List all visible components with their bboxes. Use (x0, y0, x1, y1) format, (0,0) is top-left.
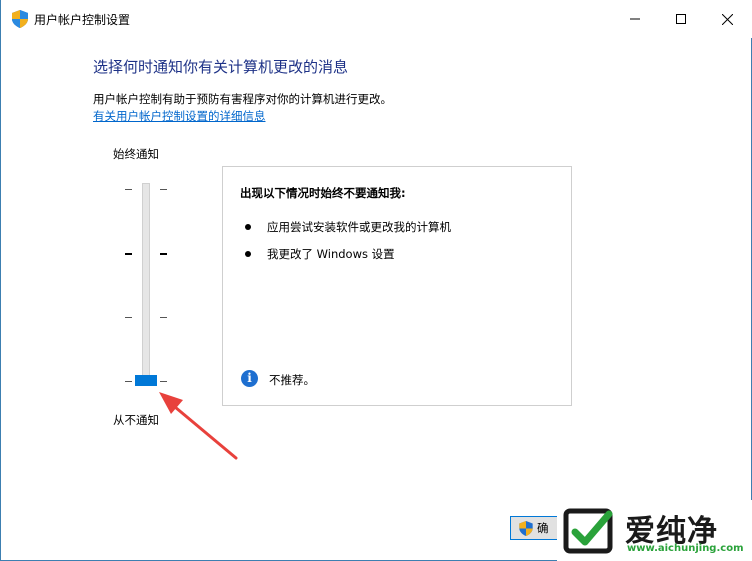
close-icon (721, 13, 733, 25)
panel-bullet: 我更改了 Windows 设置 (267, 247, 395, 261)
slider-top-label: 始终通知 (113, 147, 159, 161)
window-title: 用户帐户控制设置 (34, 13, 131, 27)
close-button[interactable] (704, 0, 750, 38)
slider-tick (160, 317, 167, 318)
level-description-panel: 出现以下情况时始终不要通知我: 应用尝试安装软件或更改我的计算机 我更改了 Wi… (222, 166, 572, 406)
slider-tick (160, 189, 167, 190)
uac-shield-icon (12, 10, 28, 28)
slider-tick (160, 253, 167, 255)
title-bar: 用户帐户控制设置 (1, 0, 752, 38)
uac-shield-icon (519, 520, 533, 536)
help-link[interactable]: 有关用户帐户控制设置的详细信息 (93, 108, 266, 124)
confirm-button-label: 确 (537, 521, 549, 535)
maximize-icon (676, 14, 686, 24)
watermark-url: www.aichunjing.com (627, 543, 744, 554)
minimize-icon (630, 18, 640, 20)
site-watermark: 爱纯净 www.aichunjing.com (557, 500, 752, 561)
slider-tick (125, 381, 132, 382)
maximize-button[interactable] (658, 0, 704, 38)
page-description: 用户帐户控制有助于预防有害程序对你的计算机进行更改。 (93, 92, 392, 106)
panel-bullet: 应用尝试安装软件或更改我的计算机 (267, 220, 451, 234)
bullet-icon (245, 224, 251, 230)
panel-heading: 出现以下情况时始终不要通知我: (240, 186, 406, 200)
slider-tick (125, 189, 132, 190)
uac-settings-window: 用户帐户控制设置 选择何时通知你有关计算机更改的消息 用户帐户控制有助于预防有害… (0, 0, 752, 561)
minimize-button[interactable] (612, 0, 658, 38)
slider-tick (125, 317, 132, 318)
slider-tick (125, 253, 132, 255)
red-arrow-annotation (159, 392, 238, 460)
page-heading: 选择何时通知你有关计算机更改的消息 (93, 58, 349, 76)
notification-level-slider[interactable] (142, 183, 150, 386)
watermark-logo-icon (563, 508, 613, 554)
bullet-icon (245, 251, 251, 257)
recommendation-text: 不推荐。 (269, 373, 315, 387)
